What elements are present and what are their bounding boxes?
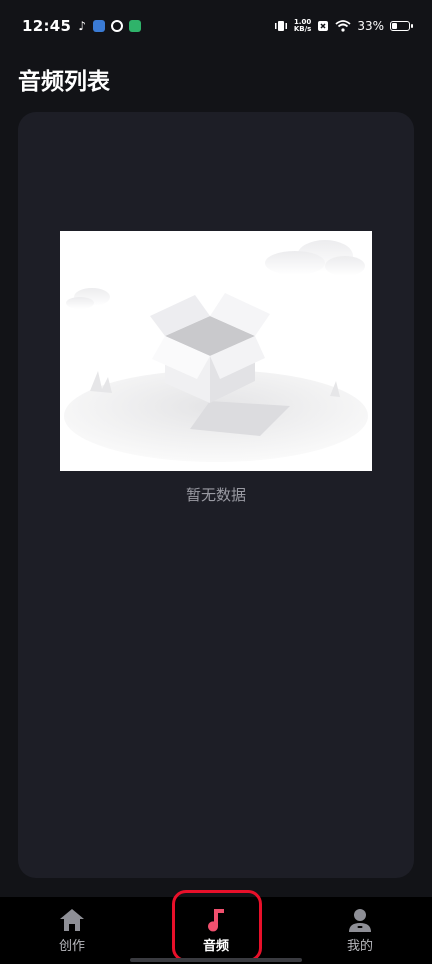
app-notification-icon (93, 20, 106, 32)
wifi-icon (335, 20, 351, 32)
sync-notification-icon (111, 20, 124, 32)
sim-off-icon (318, 21, 329, 31)
battery-icon (390, 21, 413, 31)
tab-mine-label: 我的 (346, 939, 373, 954)
battery-fill (392, 23, 397, 29)
tab-mine[interactable]: 我的 (288, 897, 432, 964)
home-indicator[interactable] (130, 958, 302, 962)
status-time: 12:45 (22, 17, 72, 35)
tab-create-label: 创作 (58, 939, 85, 954)
empty-state-text: 暂无数据 (185, 486, 246, 504)
tiktok-notification-icon: ♪ (78, 19, 87, 33)
audio-list-card: 暂无数据 (18, 112, 414, 878)
tab-create[interactable]: 创作 (0, 897, 144, 964)
user-icon (349, 909, 371, 932)
vibrate-icon (274, 21, 287, 31)
status-left: 12:45 ♪ (22, 17, 142, 35)
network-speed-unit: KB/s (293, 25, 312, 33)
battery-percent: 33% (357, 19, 384, 33)
status-right: 1.00 KB/s 33% (274, 19, 413, 33)
active-tab-highlight (172, 890, 262, 962)
page-title: 音频列表 (18, 69, 110, 95)
empty-box-illustration (60, 231, 372, 471)
home-icon (60, 909, 84, 931)
chat-notification-icon (129, 20, 142, 32)
network-speed: 1.00 KB/s (294, 19, 311, 33)
status-bar: 12:45 ♪ 1.00 KB/s 33% (0, 0, 432, 52)
